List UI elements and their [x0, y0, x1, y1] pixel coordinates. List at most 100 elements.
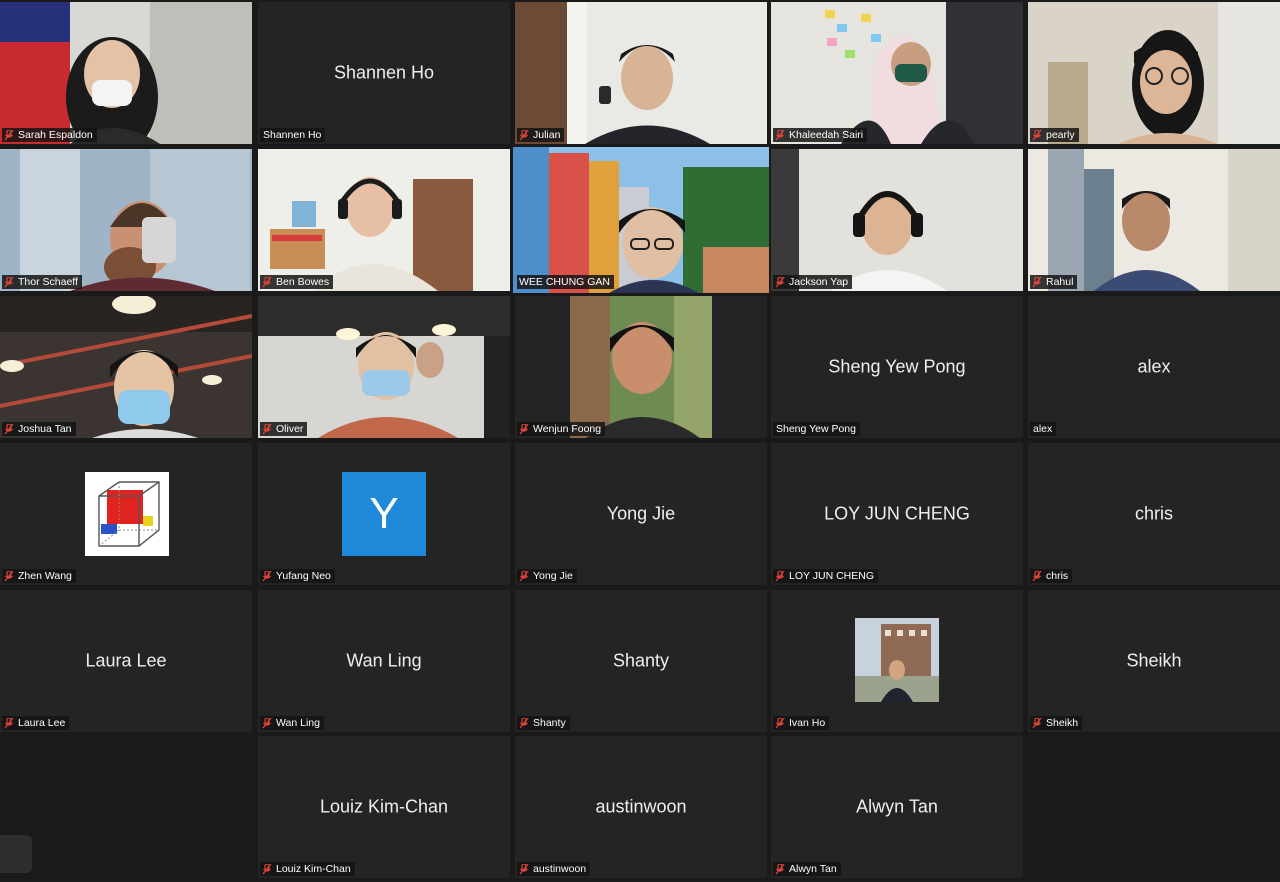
name-label: Shannen Ho	[260, 128, 326, 142]
participant-tile[interactable]: Ben Bowes	[258, 149, 510, 291]
name-label: Louiz Kim-Chan	[260, 862, 355, 876]
muted-mic-icon	[4, 717, 14, 729]
video-feed	[771, 149, 1023, 291]
muted-mic-icon	[775, 276, 785, 288]
participant-tile[interactable]: pearly	[1028, 2, 1280, 144]
cube-icon	[85, 472, 169, 556]
participant-tile[interactable]: Thor Schaeff	[0, 149, 252, 291]
participant-tile[interactable]: Wenjun Foong	[515, 296, 767, 438]
participant-display-name: Louiz Kim-Chan	[319, 796, 449, 817]
participant-tile[interactable]: Khaleedah Sairi	[771, 2, 1023, 144]
name-label: Thor Schaeff	[2, 275, 82, 289]
muted-mic-icon	[262, 570, 272, 582]
participant-tile-active-speaker[interactable]: WEE CHUNG GAN	[513, 147, 769, 293]
name-label: Rahul	[1030, 275, 1078, 289]
participant-display-name: Sheng Yew Pong	[828, 356, 966, 377]
muted-mic-icon	[775, 717, 785, 729]
name-label: Jackson Yap	[773, 275, 853, 289]
name-label: Wenjun Foong	[517, 422, 606, 436]
muted-mic-icon	[775, 129, 785, 141]
participant-tile[interactable]: Joshua Tan	[0, 296, 252, 438]
muted-mic-icon	[262, 863, 272, 875]
video-feed	[771, 2, 1023, 144]
name-label: alex	[1030, 422, 1057, 436]
participant-tile[interactable]: Jackson Yap	[771, 149, 1023, 291]
muted-mic-icon	[4, 570, 14, 582]
participant-tile[interactable]: Shanty Shanty	[515, 590, 767, 732]
participant-tile[interactable]: Wan Ling Wan Ling	[258, 590, 510, 732]
muted-mic-icon	[262, 423, 272, 435]
muted-mic-icon	[4, 276, 14, 288]
name-label: Ivan Ho	[773, 716, 830, 730]
muted-mic-icon	[519, 863, 529, 875]
participant-tile[interactable]: Ivan Ho	[771, 590, 1023, 732]
participant-tile[interactable]: alex alex	[1028, 296, 1280, 438]
participant-display-name: chris	[1134, 503, 1173, 524]
participant-tile[interactable]: Alwyn Tan Alwyn Tan	[771, 736, 1023, 878]
muted-mic-icon	[262, 717, 272, 729]
letter-avatar: Y	[342, 472, 426, 556]
name-label: austinwoon	[517, 862, 591, 876]
participant-tile[interactable]: LOY JUN CHENG LOY JUN CHENG	[771, 443, 1023, 585]
video-feed	[0, 2, 252, 144]
participant-display-name: Sheikh	[1126, 650, 1182, 671]
participant-display-name: Shanty	[612, 650, 670, 671]
participant-display-name: Shannen Ho	[333, 62, 435, 83]
video-feed	[1028, 149, 1280, 291]
participant-tile[interactable]: Laura Lee Laura Lee	[0, 590, 252, 732]
muted-mic-icon	[1032, 129, 1042, 141]
muted-mic-icon	[775, 863, 785, 875]
muted-mic-icon	[4, 129, 14, 141]
name-label: Shanty	[517, 716, 570, 730]
participant-tile[interactable]: Yong Jie Yong Jie	[515, 443, 767, 585]
name-label: LOY JUN CHENG	[773, 569, 878, 583]
participant-tile[interactable]: chris chris	[1028, 443, 1280, 585]
name-label: pearly	[1030, 128, 1079, 142]
muted-mic-icon	[519, 129, 529, 141]
participant-tile[interactable]: Oliver	[258, 296, 510, 438]
video-feed	[515, 2, 767, 144]
name-label: Yufang Neo	[260, 569, 335, 583]
participant-tile[interactable]: austinwoon austinwoon	[515, 736, 767, 878]
name-label: Sheng Yew Pong	[773, 422, 860, 436]
name-label: Alwyn Tan	[773, 862, 841, 876]
participant-display-name: Yong Jie	[606, 503, 676, 524]
participant-tile[interactable]: Rahul	[1028, 149, 1280, 291]
name-label: Ben Bowes	[260, 275, 334, 289]
muted-mic-icon	[262, 276, 272, 288]
muted-mic-icon	[519, 570, 529, 582]
name-label: Khaleedah Sairi	[773, 128, 868, 142]
participant-display-name: Alwyn Tan	[856, 796, 938, 817]
name-label: Wan Ling	[260, 716, 324, 730]
video-feed	[0, 149, 252, 291]
name-label: Julian	[517, 128, 565, 142]
name-label: Sarah Espaldon	[2, 128, 97, 142]
video-feed	[258, 296, 510, 438]
participant-tile[interactable]: Sarah Espaldon	[0, 2, 252, 144]
name-label: Joshua Tan	[2, 422, 76, 436]
muted-mic-icon	[775, 570, 785, 582]
muted-mic-icon	[4, 423, 14, 435]
participant-display-name: Wan Ling	[346, 650, 422, 671]
participant-tile[interactable]: Sheikh Sheikh	[1028, 590, 1280, 732]
name-label: Oliver	[260, 422, 308, 436]
participant-display-name: Laura Lee	[85, 650, 167, 671]
participant-tile[interactable]: Louiz Kim-Chan Louiz Kim-Chan	[258, 736, 510, 878]
video-feed	[258, 149, 510, 291]
profile-photo	[855, 618, 939, 702]
participant-tile[interactable]: Julian	[515, 2, 767, 144]
name-label: chris	[1030, 569, 1073, 583]
gallery-view: Sarah Espaldon Shannen Ho Shannen Ho Jul…	[0, 0, 1280, 882]
name-label: Yong Jie	[517, 569, 577, 583]
video-feed	[1028, 2, 1280, 144]
participant-tile[interactable]: Shannen Ho Shannen Ho	[258, 2, 510, 144]
name-label: Sheikh	[1030, 716, 1083, 730]
muted-mic-icon	[1032, 717, 1042, 729]
muted-mic-icon	[519, 717, 529, 729]
muted-mic-icon	[1032, 276, 1042, 288]
participant-tile[interactable]: Sheng Yew Pong Sheng Yew Pong	[771, 296, 1023, 438]
participant-tile[interactable]: Zhen Wang	[0, 443, 252, 585]
video-feed	[0, 296, 252, 438]
floating-panel-handle[interactable]	[0, 835, 32, 873]
participant-tile[interactable]: Y Yufang Neo	[258, 443, 510, 585]
